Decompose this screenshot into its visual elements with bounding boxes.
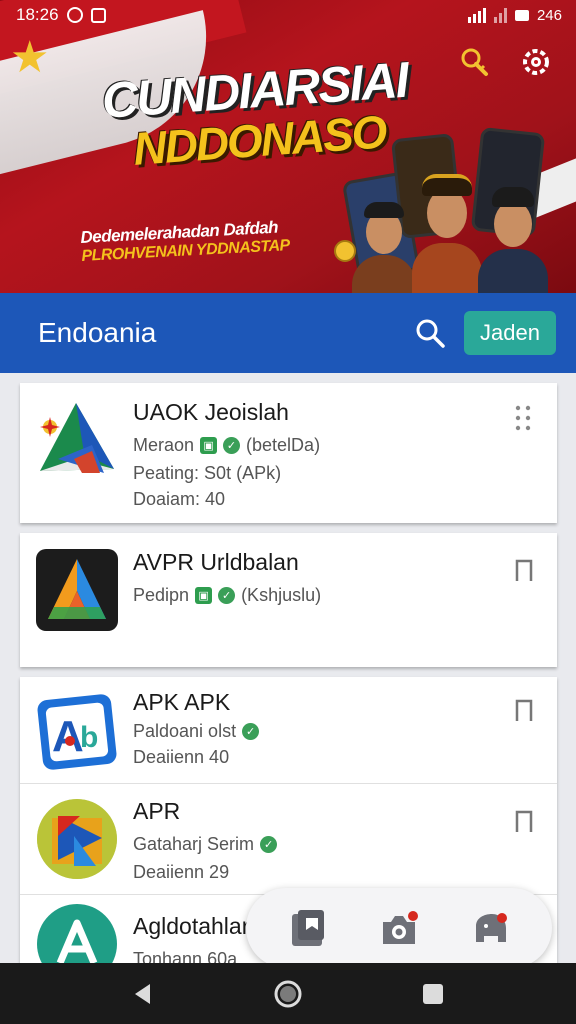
star-icon: ★ (10, 33, 50, 82)
app-name: UAOK Jeoislah (133, 399, 289, 425)
search-icon (416, 319, 445, 348)
shield-check-icon: ✓ (260, 836, 278, 853)
hero-banner[interactable]: ★ CUNDIARSIAI NDDONASO Dedemelerahadan D… (0, 0, 576, 293)
app-bar-title: Endoania (38, 317, 157, 348)
app-info-line: Pedipn ▣ ✓ (Kshjuslu) (133, 585, 321, 606)
app-icon: A b (37, 694, 117, 770)
search-key-button[interactable] (458, 46, 490, 78)
verified-icon: ▣ (200, 437, 218, 454)
status-time: 18:26 (16, 5, 59, 24)
list-item[interactable]: AVPR Urldbalan Pedipn ▣ ✓ (Kshjuslu) (20, 533, 557, 667)
svg-text:b: b (80, 721, 98, 754)
app-info-line: Gataharj Serim ✓ (133, 834, 278, 855)
app-name: APK APK (133, 689, 231, 715)
bookmark-tag-icon (291, 910, 324, 946)
list-item[interactable]: APR Gataharj Serim ✓ Deaiienn 29 (20, 784, 557, 894)
settings-icon (523, 49, 549, 75)
floating-dock (246, 888, 552, 968)
person-image (412, 170, 482, 293)
app-bar: Endoania Jaden (0, 293, 576, 373)
app-icon (37, 799, 117, 879)
bookmark-icon (515, 810, 533, 832)
back-triangle-icon (134, 983, 150, 1004)
status-left: 18:26 (16, 5, 106, 25)
app-developer: Gataharj Serim (133, 834, 255, 854)
banner-title: CUNDIARSIAI NDDONASO (100, 51, 412, 178)
app-info-line: Tonhann 60a (133, 949, 238, 963)
app-icon (36, 549, 118, 631)
more-menu-button[interactable] (511, 403, 537, 433)
dock-bookmark-button[interactable] (285, 905, 331, 951)
dock-profile-button[interactable] (467, 905, 513, 951)
status-bar: 18:26 246 (0, 0, 576, 30)
join-button[interactable]: Jaden (464, 311, 556, 355)
app-tag: (betelDa) (246, 435, 321, 455)
app-name: AVPR Urldbalan (133, 549, 299, 575)
list-item[interactable]: UAOK Jeoislah Meraon ▣ ✓ (betelDa) Peati… (20, 383, 557, 523)
app-icon (37, 904, 117, 963)
app-icon (40, 403, 114, 473)
app-downloads: Doaiam: 40 (133, 489, 226, 509)
app-name: APR (133, 798, 181, 824)
app-tag: (Kshjuslu) (241, 585, 322, 605)
app-downloads: Deaiienn 40 (133, 747, 230, 767)
person-image (352, 200, 416, 293)
more-vert-icon (515, 405, 531, 431)
verified-icon: ▣ (195, 587, 213, 604)
app-rating: Peating: S0t (APk) (133, 463, 282, 483)
bookmark-icon (515, 699, 533, 721)
shield-check-icon: ✓ (223, 437, 241, 454)
list-item[interactable]: A b APK APK Paldoani olst ✓ Deaiienn 40 (20, 677, 557, 783)
bookmark-button[interactable] (511, 695, 537, 725)
app-list: UAOK Jeoislah Meraon ▣ ✓ (betelDa) Peati… (0, 373, 576, 963)
camera-icon (382, 911, 418, 944)
search-button[interactable] (410, 313, 450, 353)
shield-check-icon: ✓ (218, 587, 236, 604)
bookmark-button[interactable] (511, 555, 537, 585)
screen: ★ CUNDIARSIAI NDDONASO Dedemelerahadan D… (0, 0, 576, 1024)
dock-camera-button[interactable] (376, 905, 422, 951)
back-button[interactable] (121, 972, 165, 1016)
app-developer: Paldoani olst (133, 721, 237, 741)
system-nav-bar (0, 963, 576, 1024)
app-downloads: Deaiienn 29 (133, 862, 230, 882)
person-image (478, 185, 548, 293)
signal-2-icon (493, 7, 507, 23)
app-info-line: Meraon ▣ ✓ (betelDa) (133, 435, 320, 456)
app-name: Agldotahlar (133, 913, 250, 939)
home-circle-icon (274, 980, 302, 1007)
status-right: 246 (467, 6, 562, 24)
recents-button[interactable] (411, 972, 455, 1016)
signal-icon (467, 7, 486, 23)
app-developer: Meraon (133, 435, 195, 455)
banner-subtitle: Dedemelerahadan Dafdah PLROHVENAIN YDDNA… (80, 217, 290, 266)
home-button[interactable] (266, 972, 310, 1016)
app-notification-icon (90, 7, 106, 23)
banner-toolbar (458, 46, 552, 78)
battery-level: 246 (536, 6, 562, 24)
bookmark-button[interactable] (511, 806, 537, 836)
bookmark-icon (515, 559, 533, 581)
app-developer: Pedipn (133, 585, 190, 605)
elephant-icon (476, 913, 508, 942)
recents-square-icon (423, 983, 444, 1004)
shield-check-icon: ✓ (242, 723, 260, 740)
notification-icon (66, 7, 83, 23)
search-icon (461, 48, 488, 76)
app-info-line: Paldoani olst ✓ (133, 721, 260, 742)
battery-icon (514, 9, 529, 21)
settings-button[interactable] (520, 46, 552, 78)
